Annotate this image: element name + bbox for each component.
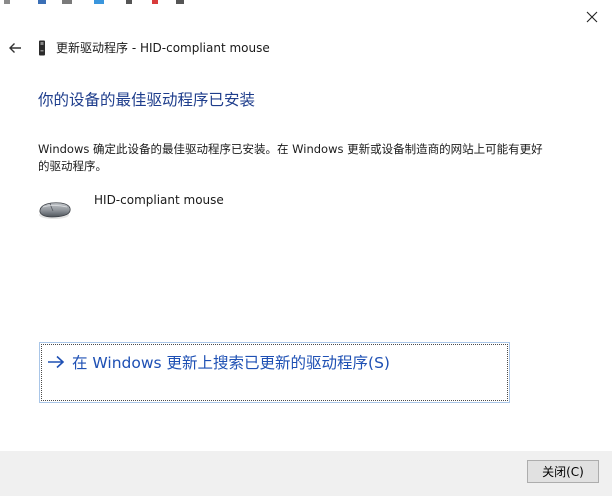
close-button[interactable]: 关闭(C) [527,460,599,483]
background-taskbar-strip [0,0,190,4]
result-description: Windows 确定此设备的最佳驱动程序已安装。在 Windows 更新或设备制… [38,142,543,173]
search-windows-update-link[interactable]: 在 Windows 更新上搜索已更新的驱动程序(S) [39,342,510,403]
dialog-footer [0,451,612,496]
device-icon [39,40,45,56]
back-arrow-icon [9,43,21,53]
page-heading: 你的设备的最佳驱动程序已安装 [38,91,256,109]
mouse-icon [39,202,71,219]
device-name: HID-compliant mouse [94,193,224,207]
back-button[interactable] [4,37,26,59]
search-windows-update-label: 在 Windows 更新上搜索已更新的驱动程序(S) [72,354,390,372]
window-title: 更新驱动程序 - HID-compliant mouse [56,41,270,55]
right-arrow-icon [48,355,65,369]
close-icon [586,11,598,23]
close-window-button[interactable] [577,4,607,30]
